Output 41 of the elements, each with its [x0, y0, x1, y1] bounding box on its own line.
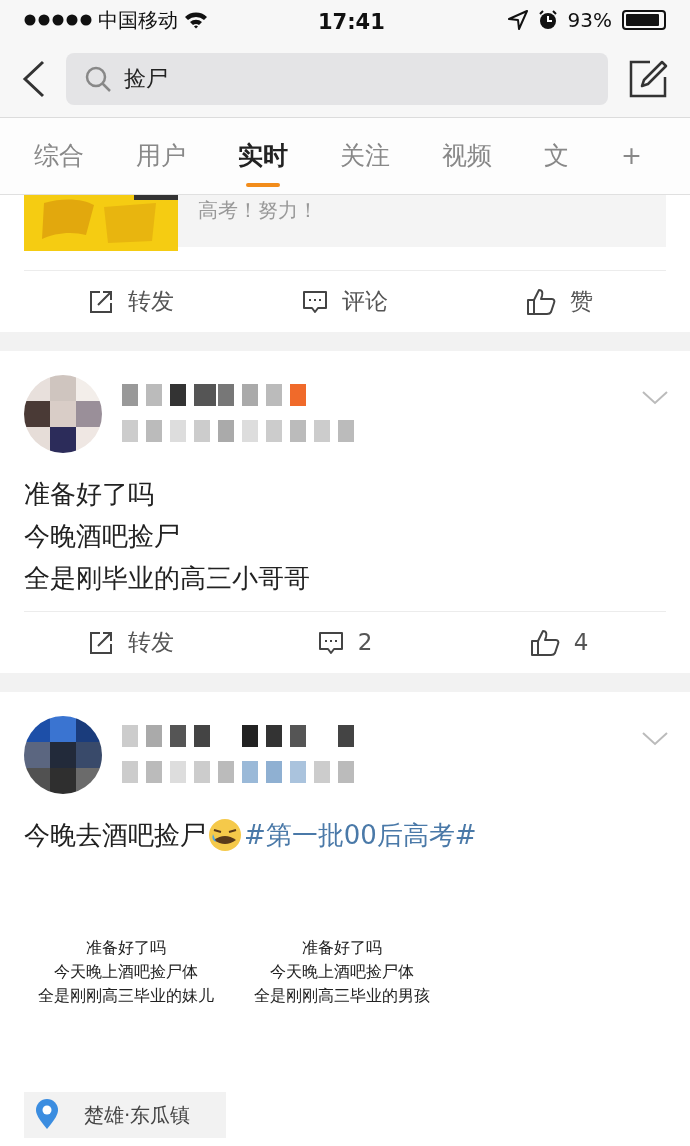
battery-percent: 93%: [567, 7, 612, 34]
action-button[interactable]: 2: [238, 625, 452, 660]
location-arrow-icon: [507, 10, 528, 30]
share-icon: [88, 629, 114, 656]
search-field[interactable]: 捡尸: [66, 52, 608, 105]
thumbs-up-icon: [525, 287, 556, 316]
alarm-icon: [537, 10, 558, 30]
compose-icon[interactable]: [628, 58, 668, 99]
carrier-name: 中国移动: [98, 7, 178, 34]
wifi-icon: [184, 11, 208, 29]
location-tag[interactable]: 楚雄·东瓜镇: [24, 1092, 226, 1138]
thumbs-up-icon: [529, 628, 560, 657]
tab[interactable]: 视频: [442, 117, 492, 195]
post-text: 今晚酒吧捡尸: [24, 520, 180, 553]
link-card-text: 高考！努力！: [198, 197, 318, 224]
signal-icon: [24, 14, 92, 26]
comment-icon: [302, 288, 328, 315]
caption-text: 准备好了吗: [86, 937, 166, 959]
tab[interactable]: 综合: [34, 117, 84, 195]
caption-text: 全是刚刚高三毕业的妹儿: [38, 985, 214, 1007]
hashtag-link[interactable]: #第一批00后高考#: [244, 814, 477, 856]
action-button[interactable]: 转发: [24, 625, 238, 660]
action-button[interactable]: 4: [452, 625, 666, 660]
post-text: 今晚去酒吧捡尸: [24, 819, 206, 852]
share-icon: [88, 288, 114, 315]
post-text: 全是刚毕业的高三小哥哥: [24, 562, 310, 595]
laughing-emoji-icon: [208, 818, 242, 852]
comment-icon: [317, 629, 344, 656]
back-icon[interactable]: [22, 59, 46, 98]
post-text: 准备好了吗: [24, 478, 154, 511]
action-button[interactable]: 赞: [452, 284, 666, 319]
caption-text: 准备好了吗: [302, 937, 382, 959]
status-time: 17:41: [318, 9, 385, 36]
caption-text: 今天晚上酒吧捡尸体: [270, 961, 414, 983]
tab[interactable]: 实时: [238, 117, 288, 195]
battery-icon: [622, 10, 666, 30]
caption-text: 今天晚上酒吧捡尸体: [54, 961, 198, 983]
caption-text: 全是刚刚高三毕业的男孩: [254, 985, 430, 1007]
action-button[interactable]: 评论: [238, 284, 452, 319]
action-button[interactable]: 转发: [24, 284, 238, 319]
search-icon: [84, 64, 112, 93]
